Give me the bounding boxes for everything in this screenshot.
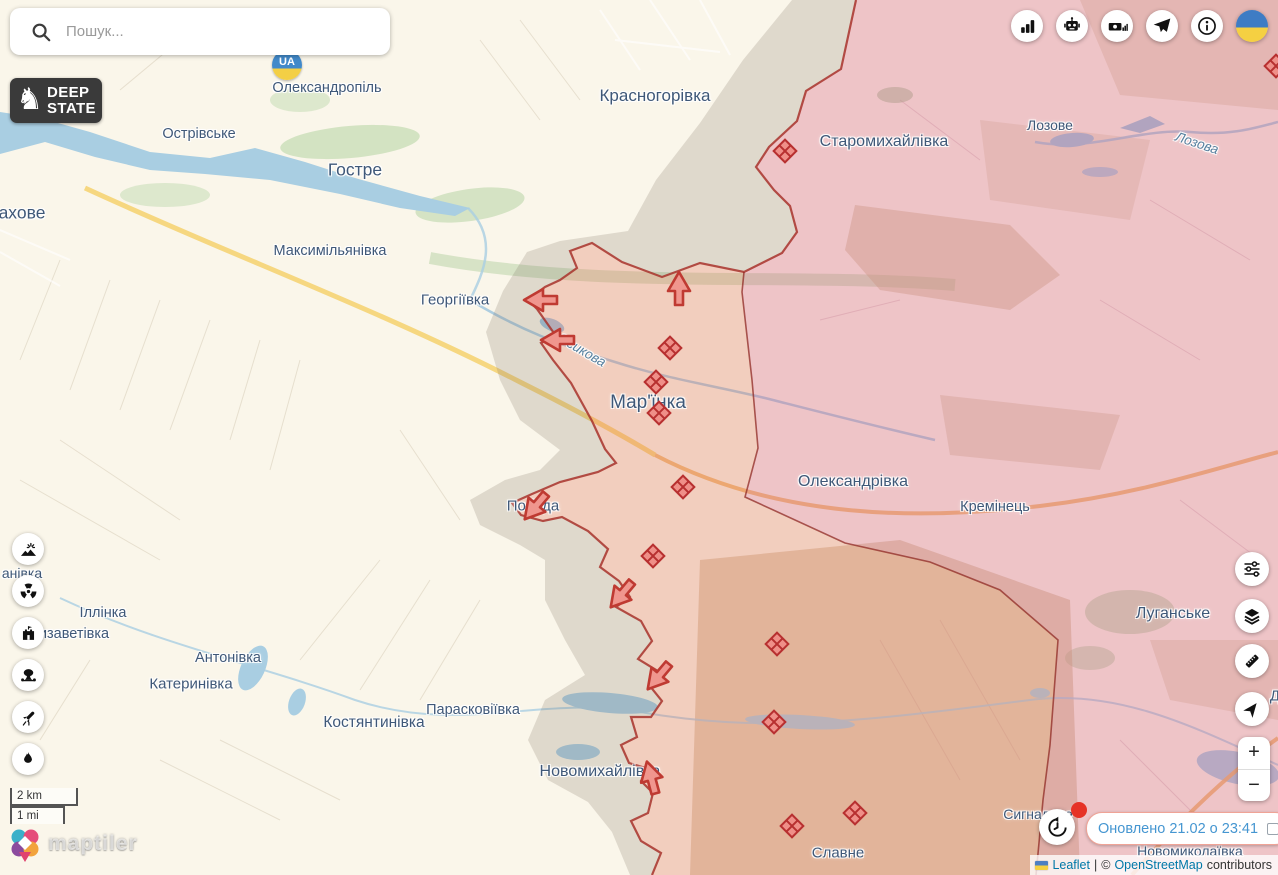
flame-icon: [19, 750, 37, 768]
navigation-arrow-icon: [1242, 699, 1262, 719]
sliders-icon: [1242, 559, 1262, 579]
search-bar[interactable]: [10, 8, 390, 55]
stats-button[interactable]: [1011, 10, 1043, 42]
maptiler-pin-icon: [8, 826, 42, 862]
osm-link[interactable]: OpenStreetMap: [1114, 858, 1202, 872]
map-canvas[interactable]: ОлександропільКрасногорівкаСтаромихайлів…: [0, 0, 1278, 875]
layers-button[interactable]: [1235, 599, 1269, 633]
locate-button[interactable]: [1235, 692, 1269, 726]
mushroom-cloud-icon: [19, 666, 38, 685]
explosions-button[interactable]: [12, 659, 44, 691]
measure-button[interactable]: [1235, 644, 1269, 678]
donate-button[interactable]: [1101, 10, 1133, 42]
attribution-suffix: contributors: [1207, 858, 1272, 872]
attribution-copy: ©: [1101, 858, 1110, 872]
update-timestamp: Оновлено 21.02 о 23:41: [1098, 821, 1258, 837]
logo-line2: STATE: [47, 100, 96, 117]
zoom-in-button[interactable]: +: [1238, 737, 1270, 770]
basemap: [0, 0, 1278, 875]
banknote-icon: [1107, 16, 1128, 37]
bot-button[interactable]: [1056, 10, 1088, 42]
history-button[interactable]: [1039, 809, 1075, 845]
layers-icon: [1242, 606, 1262, 626]
telegram-button[interactable]: [1146, 10, 1178, 42]
mountain-fire-icon: [19, 540, 38, 559]
leaflet-link[interactable]: Leaflet: [1052, 858, 1090, 872]
language-flag-button[interactable]: [1236, 10, 1268, 42]
bar-chart-icon: [1018, 17, 1037, 36]
ruler-icon: [1242, 651, 1262, 671]
info-icon: [1196, 15, 1218, 37]
logo-line1: DEEP: [47, 84, 89, 101]
zoom-out-button[interactable]: −: [1238, 770, 1270, 802]
ua-badge-label: UA: [272, 56, 302, 68]
missile-icon: [19, 708, 38, 727]
fire-hotspots-button[interactable]: [12, 743, 44, 775]
external-link-icon: [1267, 823, 1278, 835]
chess-knight-icon: ♞: [16, 85, 43, 115]
fortress-icon: [19, 624, 38, 643]
terrain-fires-button[interactable]: [12, 533, 44, 565]
fortifications-button[interactable]: [12, 617, 44, 649]
zoom-control: + −: [1238, 737, 1270, 801]
radiation-button[interactable]: [12, 575, 44, 607]
attribution-bar: Leaflet | © OpenStreetMap contributors: [1030, 855, 1278, 875]
alert-dot: [1071, 802, 1087, 818]
search-input[interactable]: [64, 22, 368, 41]
missile-strikes-button[interactable]: [12, 701, 44, 733]
deepstate-logo[interactable]: ♞ DEEP STATE: [10, 78, 102, 123]
ukraine-mini-flag-icon: [1035, 861, 1048, 870]
radiation-icon: [19, 582, 38, 601]
robot-icon: [1062, 16, 1082, 36]
maptiler-wordmark: maptiler: [48, 832, 138, 856]
attribution-sep: |: [1094, 858, 1097, 872]
info-button[interactable]: [1191, 10, 1223, 42]
scale-mi: 1 mi: [10, 806, 65, 824]
scale-km: 2 km: [10, 788, 78, 806]
history-clock-icon: [1046, 816, 1069, 839]
maptiler-logo[interactable]: maptiler: [8, 826, 138, 862]
search-icon: [30, 21, 52, 43]
telegram-icon: [1152, 16, 1172, 36]
filters-button[interactable]: [1235, 552, 1269, 586]
update-pill[interactable]: Оновлено 21.02 о 23:41: [1086, 812, 1278, 845]
